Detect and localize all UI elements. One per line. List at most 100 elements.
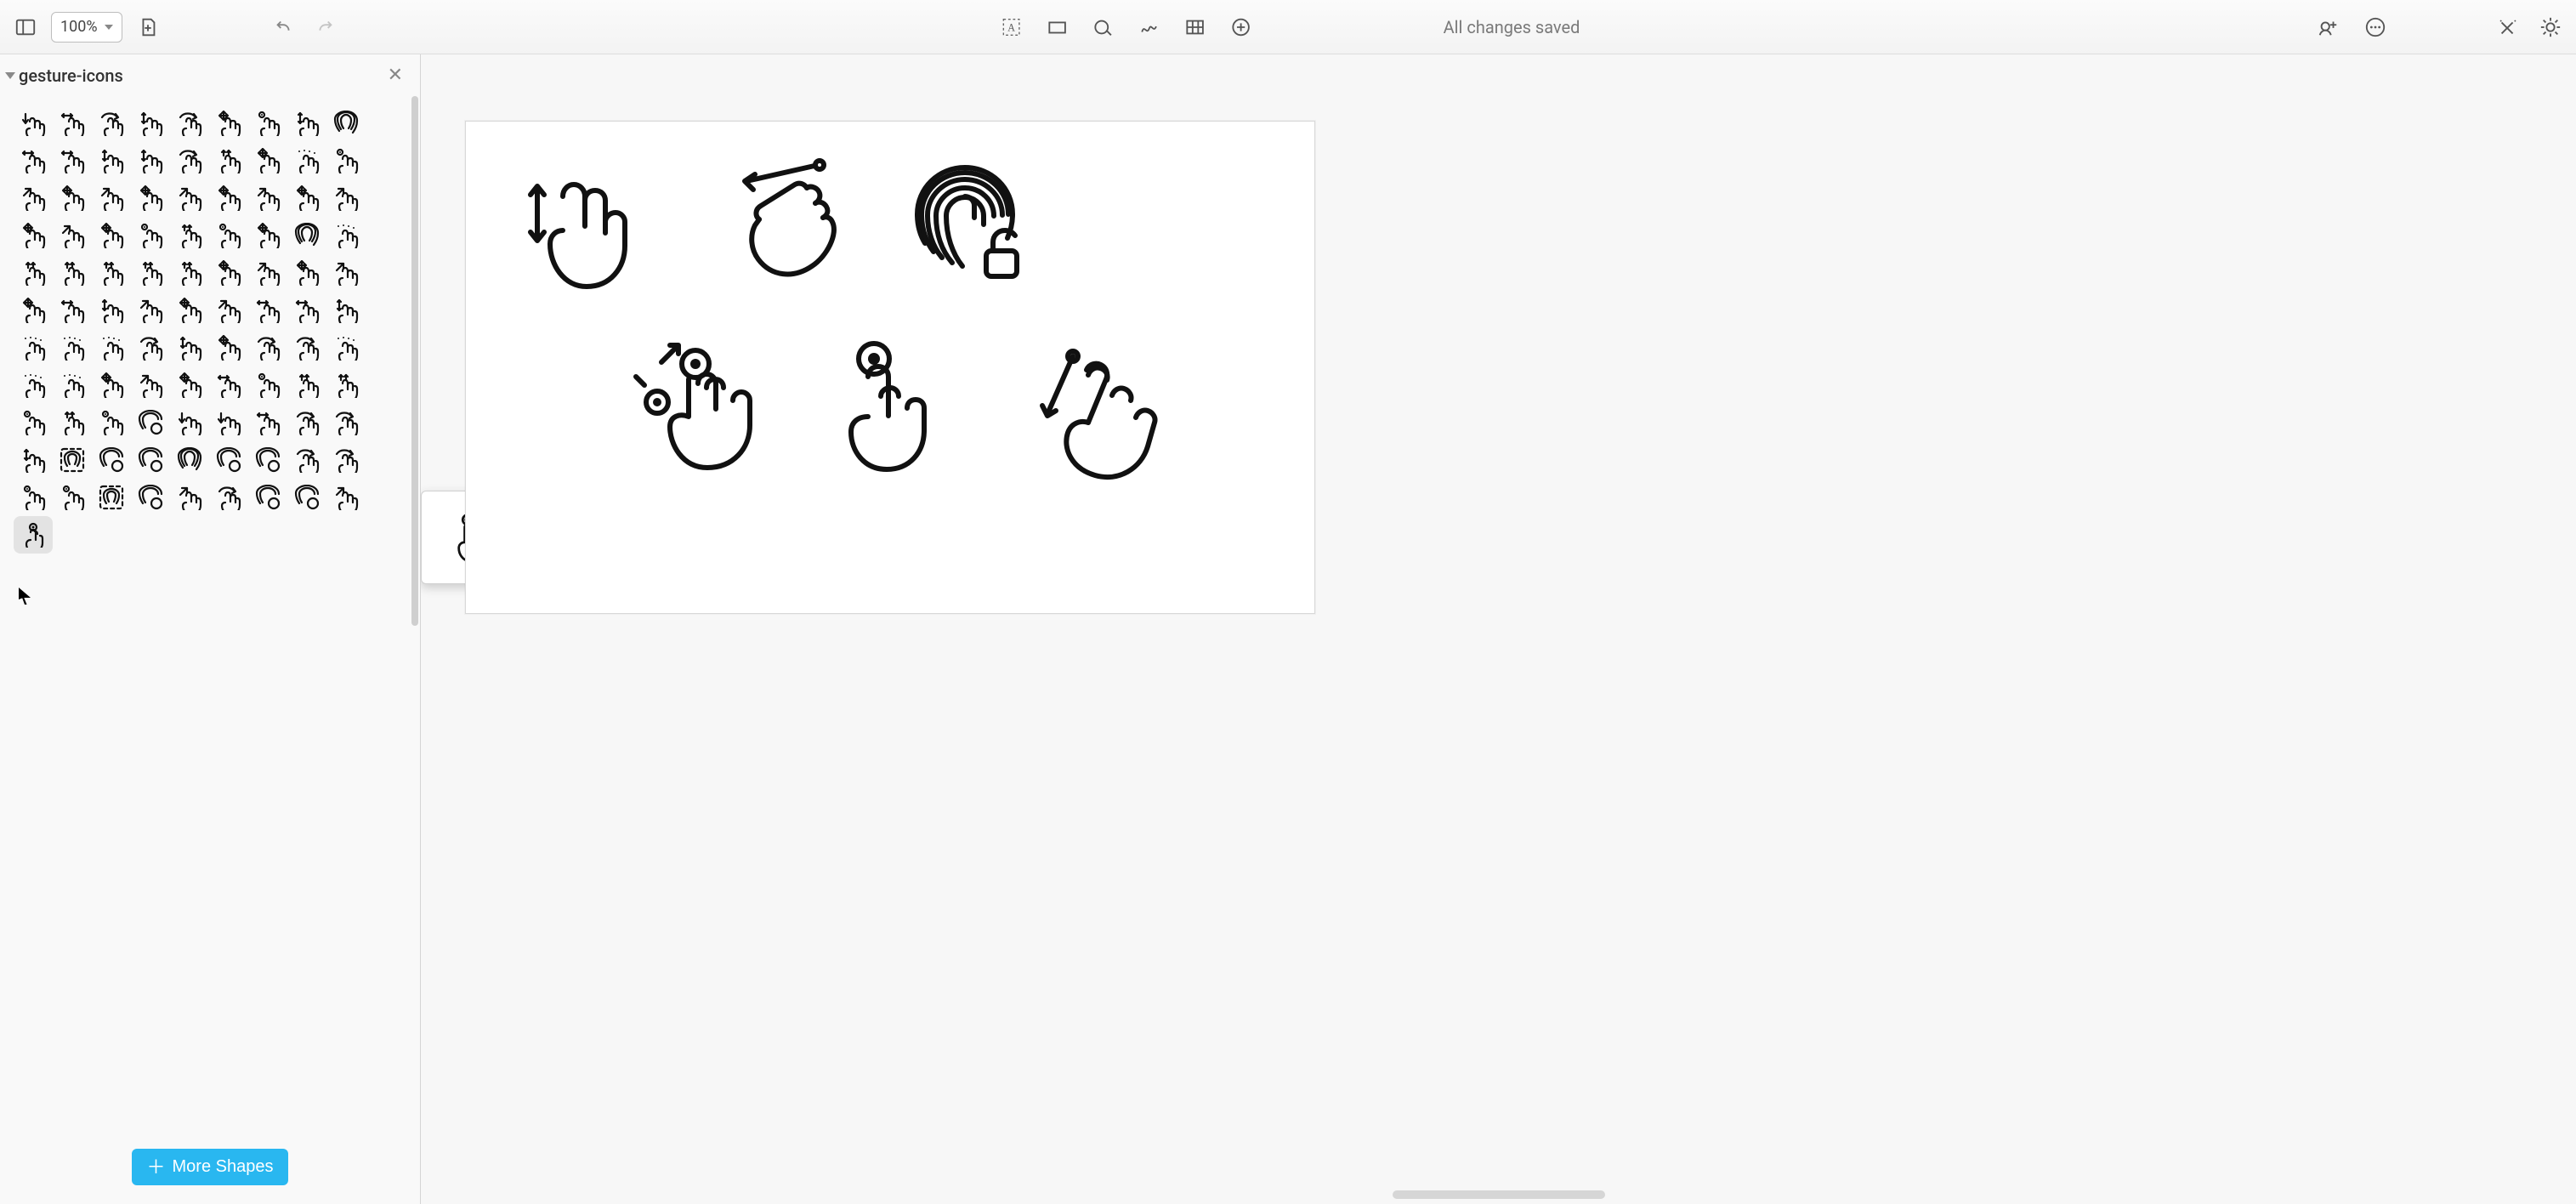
shape-fingerprint-error[interactable] xyxy=(131,404,170,441)
shape-three-hand-2[interactable] xyxy=(248,254,287,292)
shape-direction-3[interactable] xyxy=(92,179,131,217)
ellipse-tool-button[interactable] xyxy=(1088,12,1119,43)
shape-two-diag-cross[interactable] xyxy=(287,441,326,479)
shape-two-finger-left-right-1[interactable] xyxy=(53,142,92,179)
shape-direction-7[interactable] xyxy=(248,179,287,217)
shape-two-finger-v-1[interactable] xyxy=(92,142,131,179)
shape-hand-rotate[interactable] xyxy=(209,479,248,516)
shape-two-finger-diag-1[interactable] xyxy=(170,142,209,179)
shape-multi-move-1[interactable] xyxy=(209,329,248,366)
shape-one-finger-down[interactable] xyxy=(170,404,209,441)
shape-direction-2[interactable] xyxy=(53,179,92,217)
shape-four-tap-2[interactable] xyxy=(92,404,131,441)
shape-tap-dot-2[interactable] xyxy=(14,404,53,441)
shape-four-swirl-2[interactable] xyxy=(287,329,326,366)
shape-two-swirl[interactable] xyxy=(326,441,366,479)
shape-hand-dir-2[interactable] xyxy=(131,292,170,329)
shape-one-diag-2[interactable] xyxy=(326,404,366,441)
shape-direction-9[interactable] xyxy=(326,179,366,217)
shape-three-up-1[interactable] xyxy=(14,254,53,292)
shape-one-diag-1[interactable] xyxy=(287,404,326,441)
shape-tap-dot-1[interactable] xyxy=(248,105,287,142)
canvas-shape-two-finger-scroll[interactable] xyxy=(520,171,631,294)
shape-hand-v-1[interactable] xyxy=(92,292,131,329)
canvas-shape-tap[interactable] xyxy=(830,338,928,474)
shape-swipe-curve-1[interactable] xyxy=(170,105,209,142)
more-shapes-button[interactable]: ＋ More Shapes xyxy=(132,1149,289,1185)
shape-pinch-1[interactable] xyxy=(92,329,131,366)
shape-hand-dir-1[interactable] xyxy=(14,292,53,329)
shape-move-all-1[interactable] xyxy=(209,105,248,142)
shape-swipe-up-left-1[interactable] xyxy=(53,105,92,142)
shape-hand-lr-2[interactable] xyxy=(248,292,287,329)
redo-button[interactable] xyxy=(309,12,340,43)
toggle-sidebar-button[interactable] xyxy=(10,12,41,43)
shape-diag-1[interactable] xyxy=(131,329,170,366)
shape-four-swirl-1[interactable] xyxy=(248,329,287,366)
shape-three-finger-spread[interactable] xyxy=(326,217,366,254)
sidebar-scrollbar[interactable] xyxy=(411,96,418,626)
shape-three-finger-dark[interactable] xyxy=(248,217,287,254)
shape-spread-out-1[interactable] xyxy=(14,366,53,404)
shape-fingerprint-plain[interactable] xyxy=(170,441,209,479)
shape-fingerprint-add[interactable] xyxy=(92,441,131,479)
shape-two-finger-updown-1[interactable] xyxy=(131,142,170,179)
shape-fingerprint-2[interactable] xyxy=(287,217,326,254)
shape-three-finger-2[interactable] xyxy=(53,217,92,254)
shape-one-finger-down-2[interactable] xyxy=(209,404,248,441)
shape-two-finger-move-all[interactable] xyxy=(248,142,287,179)
canvas-shape-swipe-down-left[interactable] xyxy=(1037,344,1165,479)
shape-three-finger-3[interactable] xyxy=(92,217,131,254)
insert-more-button[interactable] xyxy=(1226,12,1257,43)
shape-fingerprint-check[interactable] xyxy=(287,479,326,516)
shape-three-up-4[interactable] xyxy=(131,254,170,292)
share-button[interactable] xyxy=(2312,12,2343,43)
canvas-horizontal-scrollbar[interactable] xyxy=(1393,1190,1605,1199)
shape-four-up-2[interactable] xyxy=(326,366,366,404)
shape-hand-lr-1[interactable] xyxy=(53,292,92,329)
shape-one-vert-arrows[interactable] xyxy=(14,441,53,479)
shape-direction-8[interactable] xyxy=(287,179,326,217)
theme-toggle-button[interactable] xyxy=(2535,12,2566,43)
shape-tap-star[interactable] xyxy=(14,479,53,516)
shape-hand-v-2[interactable] xyxy=(326,292,366,329)
shape-four-finger-1[interactable] xyxy=(92,366,131,404)
shape-three-up-3[interactable] xyxy=(92,254,131,292)
shape-fingerprint-lock[interactable] xyxy=(209,441,248,479)
freehand-tool-button[interactable] xyxy=(1134,12,1165,43)
shape-hand-arrows-x[interactable] xyxy=(326,479,366,516)
shape-four-finger-3[interactable] xyxy=(170,366,209,404)
shape-three-hand-1[interactable] xyxy=(209,254,248,292)
shape-hand-dir-3[interactable] xyxy=(170,292,209,329)
canvas-page[interactable] xyxy=(465,121,1315,614)
shape-five-finger-1[interactable] xyxy=(14,329,53,366)
shape-direction-4[interactable] xyxy=(131,179,170,217)
shape-one-lr-1[interactable] xyxy=(248,404,287,441)
canvas-shape-fingerprint-unlock[interactable] xyxy=(908,162,1023,290)
shapes-panel-header[interactable]: gesture-icons ✕ xyxy=(0,54,420,96)
shape-hand-lr-3[interactable] xyxy=(287,292,326,329)
shape-four-up-1[interactable] xyxy=(287,366,326,404)
shape-three-up-2[interactable] xyxy=(53,254,92,292)
shape-fingerprint-1[interactable] xyxy=(326,105,366,142)
shape-four-lr-1[interactable] xyxy=(209,366,248,404)
canvas-shape-swipe-left[interactable] xyxy=(721,156,848,292)
canvas-shape-pinch-zoom[interactable] xyxy=(636,338,763,474)
shape-four-tap-1[interactable] xyxy=(248,366,287,404)
shape-two-finger-tap-dots[interactable] xyxy=(326,142,366,179)
zoom-selector[interactable]: 100% xyxy=(51,12,122,43)
shape-tap-radiate[interactable] xyxy=(53,479,92,516)
shape-fingerprint-lock-2[interactable] xyxy=(248,441,287,479)
shape-three-finger-tap[interactable] xyxy=(209,217,248,254)
shape-hand-grab[interactable] xyxy=(170,479,209,516)
shape-two-vert-1[interactable] xyxy=(170,329,209,366)
table-tool-button[interactable] xyxy=(1180,12,1211,43)
shape-four-up-3[interactable] xyxy=(53,404,92,441)
shape-swipe-down-1[interactable] xyxy=(14,105,53,142)
shape-fingerprint-ring[interactable] xyxy=(248,479,287,516)
shape-four-finger-2[interactable] xyxy=(131,366,170,404)
shape-scroll-vert-1[interactable] xyxy=(287,105,326,142)
shape-fingerprint-remove[interactable] xyxy=(131,441,170,479)
shape-fingerprint-scan-2[interactable] xyxy=(92,479,131,516)
shape-two-finger-spread-h[interactable] xyxy=(287,142,326,179)
